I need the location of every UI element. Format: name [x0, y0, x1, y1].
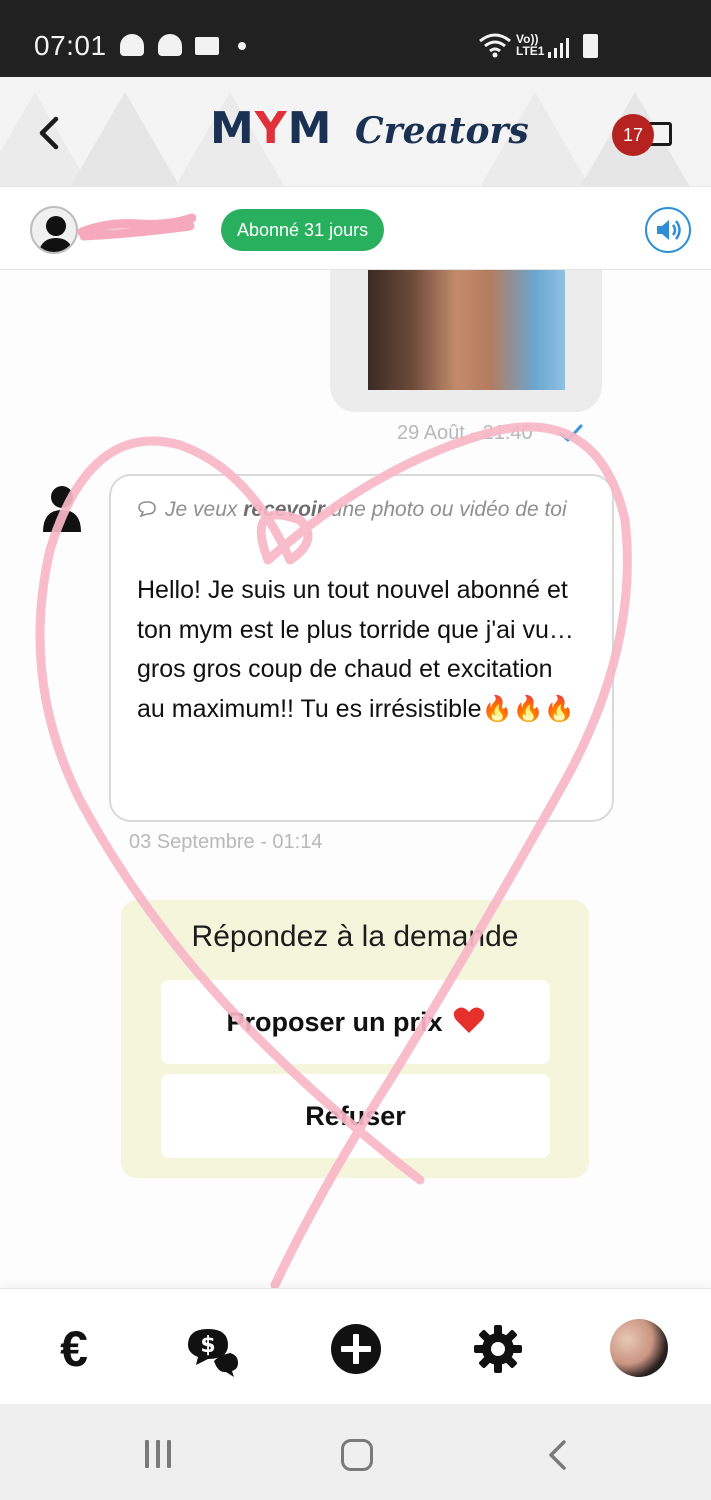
snapchat-icon [158, 34, 182, 56]
plus-circle-icon[interactable] [328, 1321, 384, 1377]
speaker-icon [657, 220, 681, 240]
sent-photo-thumbnail[interactable] [368, 270, 565, 390]
messages-button[interactable]: 17 [612, 114, 684, 156]
svg-text:$: $ [200, 1333, 215, 1358]
app-header: MYM Creators 17 [0, 77, 711, 187]
snapchat-icon [120, 34, 144, 56]
request-panel-title: Répondez à la demande [191, 920, 519, 953]
back-button[interactable] [30, 113, 70, 153]
mail-notification-icon [195, 37, 219, 55]
heart-icon [453, 1007, 484, 1033]
wifi-icon [479, 33, 511, 58]
euro-icon[interactable]: € [46, 1321, 102, 1377]
android-navigation-bar [0, 1404, 711, 1500]
network-label: Vo)) LTE1 [516, 32, 545, 58]
home-button[interactable] [341, 1439, 373, 1471]
brand-logo: MYM [210, 103, 333, 154]
system-back-button[interactable] [545, 1438, 569, 1472]
more-notifications-dot [238, 42, 246, 50]
subscription-status-badge: Abonné 31 jours [221, 209, 385, 251]
propose-price-button[interactable]: Proposer un prix [161, 980, 550, 1064]
notification-badge: 17 [612, 114, 654, 156]
battery-icon [583, 34, 598, 58]
user-silhouette-icon [38, 216, 74, 252]
app-screen: 07:01 Vo)) LTE1 MYM Creators 17 Abonné 3… [0, 0, 711, 1500]
sound-toggle-button[interactable] [645, 207, 691, 253]
refuse-button[interactable]: Refuser [161, 1074, 550, 1158]
signal-icon [548, 38, 569, 58]
bottom-navigation: € $ [0, 1288, 711, 1404]
brand-logo-subtitle: Creators [355, 110, 529, 152]
status-time: 07:01 [34, 30, 107, 61]
profile-avatar[interactable] [610, 1319, 668, 1377]
received-message-time: 03 Septembre - 01:14 [129, 831, 323, 853]
subscriber-bar: Abonné 31 jours [0, 188, 711, 270]
message-text: Hello! Je suis un tout nouvel abonné et … [137, 576, 575, 723]
recent-apps-button[interactable] [145, 1440, 178, 1473]
status-bar: 07:01 Vo)) LTE1 [0, 0, 711, 77]
propose-price-label: Proposer un prix [226, 1007, 443, 1037]
sender-silhouette-avatar[interactable] [37, 482, 83, 532]
request-type-label: Je veux recevoir une photo ou vidéo de t… [137, 490, 587, 529]
subscriber-avatar[interactable] [30, 206, 78, 254]
chat-money-icon[interactable]: $ [184, 1321, 240, 1377]
sent-message-time: 29 Août - 21:40 [397, 422, 533, 444]
gear-icon[interactable] [470, 1321, 526, 1377]
read-check-icon [559, 424, 583, 442]
speech-bubble-icon [138, 501, 156, 518]
name-redaction-scribble [78, 213, 196, 241]
